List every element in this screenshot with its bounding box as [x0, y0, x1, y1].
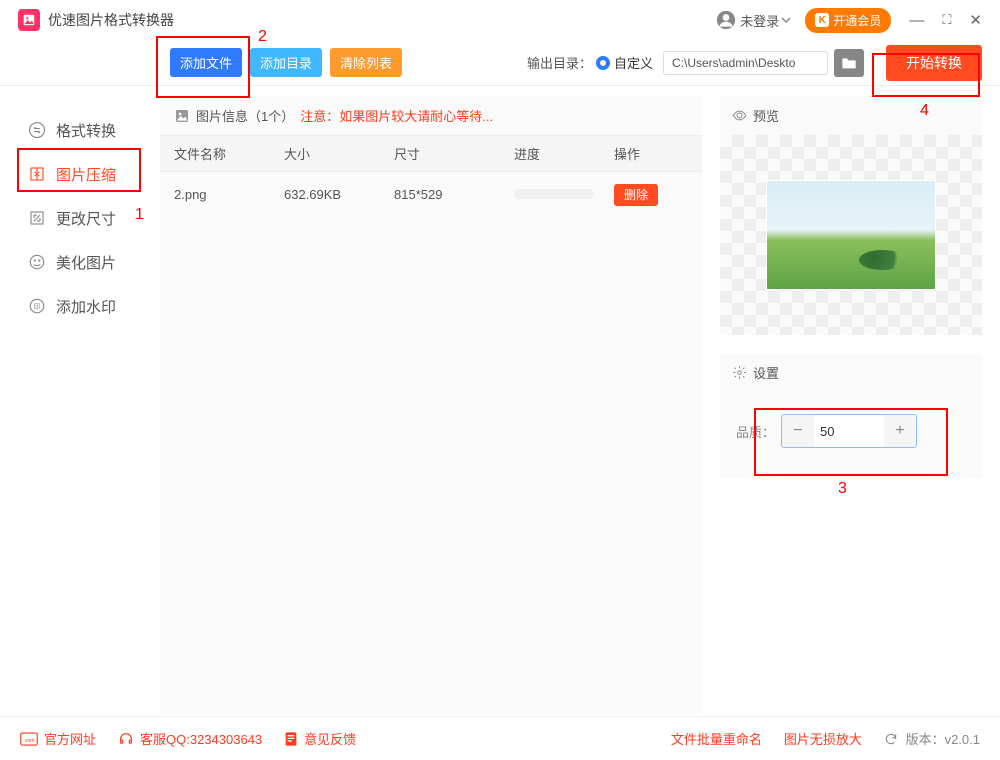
- quality-label: 品质：: [736, 422, 775, 441]
- sidebar-item-beautify[interactable]: 美化图片: [0, 240, 160, 284]
- annotation-number-4: 4: [920, 102, 929, 120]
- th-progress: 进度: [514, 144, 614, 163]
- preview-panel: 预览: [720, 96, 982, 335]
- output-dir-label: 输出目录：: [527, 53, 592, 72]
- maximize-button[interactable]: ⛶: [942, 12, 951, 28]
- official-site-link[interactable]: .com 官方网址: [20, 729, 96, 748]
- cell-op: 删除: [614, 186, 674, 203]
- svg-text:.com: .com: [23, 738, 35, 744]
- sidebar: 格式转换 图片压缩 更改尺寸 美化图片 印 添加水印: [0, 86, 160, 714]
- app-title: 优速图片格式转换器: [48, 10, 174, 30]
- th-name: 文件名称: [174, 144, 284, 163]
- output-custom-label: 自定义: [614, 53, 653, 72]
- preview-canvas: [720, 135, 982, 335]
- sidebar-item-compress[interactable]: 图片压缩: [0, 152, 160, 196]
- title-bar: 优速图片格式转换器 未登录 K 开通会员 — ⛶ ✕: [0, 0, 1000, 40]
- right-column: 预览 设置 品质： − +: [720, 96, 982, 714]
- preview-image: [766, 180, 936, 290]
- batch-rename-link[interactable]: 文件批量重命名: [671, 729, 762, 748]
- preview-icon: [732, 108, 747, 123]
- support-qq[interactable]: 客服QQ:3234303643: [118, 729, 262, 748]
- file-info-bar: 图片信息（1个） 注意：如果图片较大请耐心等待...: [160, 96, 702, 135]
- cell-name: 2.png: [174, 187, 284, 202]
- minimize-button[interactable]: —: [909, 12, 924, 29]
- table-row: 2.png 632.69KB 815*529 删除: [160, 172, 702, 217]
- convert-icon: [28, 121, 46, 139]
- quality-stepper: − +: [781, 414, 917, 448]
- file-list-panel: 图片信息（1个） 注意：如果图片较大请耐心等待... 文件名称 大小 尺寸 进度…: [160, 96, 702, 714]
- resize-icon: [28, 209, 46, 227]
- toolbar: 添加文件 添加目录 清除列表 输出目录： 自定义 C:\Users\admin\…: [0, 40, 1000, 86]
- refresh-icon[interactable]: [884, 732, 898, 746]
- enlarge-link[interactable]: 图片无损放大: [784, 729, 862, 748]
- quality-input[interactable]: [814, 415, 884, 447]
- annotation-number-2: 2: [258, 28, 267, 46]
- vip-button[interactable]: K 开通会员: [805, 8, 891, 33]
- vip-badge-icon: K: [815, 13, 829, 27]
- image-icon: [174, 108, 190, 124]
- folder-icon: [841, 56, 857, 70]
- quality-decrease-button[interactable]: −: [782, 415, 814, 447]
- add-file-button[interactable]: 添加文件: [170, 48, 242, 77]
- table-header: 文件名称 大小 尺寸 进度 操作: [160, 135, 702, 172]
- content-area: 图片信息（1个） 注意：如果图片较大请耐心等待... 文件名称 大小 尺寸 进度…: [160, 86, 1000, 714]
- cell-progress: [514, 187, 614, 202]
- close-button[interactable]: ✕: [969, 11, 982, 29]
- headset-icon: [118, 731, 134, 747]
- main-area: 格式转换 图片压缩 更改尺寸 美化图片 印 添加水印 图片信息（1个） 注意：如…: [0, 86, 1000, 714]
- window-controls: — ⛶ ✕: [909, 11, 982, 29]
- th-op: 操作: [614, 144, 674, 163]
- cell-dim: 815*529: [394, 187, 514, 202]
- add-directory-button[interactable]: 添加目录: [250, 48, 322, 77]
- svg-text:印: 印: [34, 303, 41, 311]
- user-icon: [716, 10, 736, 30]
- browse-folder-button[interactable]: [834, 49, 864, 77]
- sidebar-item-watermark[interactable]: 印 添加水印: [0, 284, 160, 328]
- settings-panel: 设置 品质： − +: [720, 353, 982, 478]
- feedback-link[interactable]: 意见反馈: [284, 729, 356, 748]
- cell-size: 632.69KB: [284, 187, 394, 202]
- annotation-number-1: 1: [135, 206, 144, 224]
- delete-button[interactable]: 删除: [614, 184, 658, 206]
- site-icon: .com: [20, 732, 38, 746]
- th-dim: 尺寸: [394, 144, 514, 163]
- footer: .com 官方网址 客服QQ:3234303643 意见反馈 文件批量重命名 图…: [0, 716, 1000, 760]
- output-path-input[interactable]: C:\Users\admin\Deskto: [663, 51, 828, 75]
- version-label: 版本：v2.0.1: [884, 729, 980, 748]
- sidebar-item-format[interactable]: 格式转换: [0, 108, 160, 152]
- chevron-down-icon: [781, 15, 791, 25]
- quality-increase-button[interactable]: +: [884, 415, 916, 447]
- watermark-icon: 印: [28, 297, 46, 315]
- clear-list-button[interactable]: 清除列表: [330, 48, 402, 77]
- output-custom-radio[interactable]: [596, 56, 610, 70]
- login-status[interactable]: 未登录: [716, 10, 791, 30]
- start-convert-button[interactable]: 开始转换: [886, 45, 982, 81]
- beautify-icon: [28, 253, 46, 271]
- gear-icon: [732, 365, 747, 380]
- compress-icon: [28, 165, 46, 183]
- feedback-icon: [284, 731, 298, 747]
- app-logo-icon: [18, 9, 40, 31]
- annotation-number-3: 3: [838, 480, 847, 498]
- th-size: 大小: [284, 144, 394, 163]
